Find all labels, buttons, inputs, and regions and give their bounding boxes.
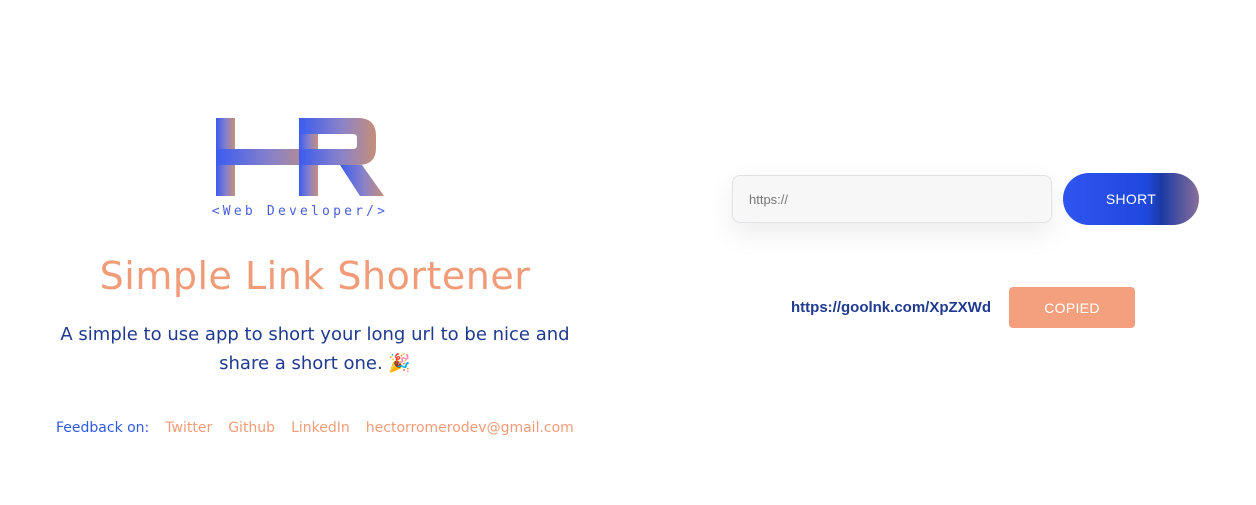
intro-section: <Web Developer/> Simple Link Shortener A…: [0, 0, 630, 505]
page: <Web Developer/> Simple Link Shortener A…: [0, 0, 1256, 505]
github-link[interactable]: Github: [228, 420, 275, 436]
url-input[interactable]: [732, 175, 1052, 223]
short-url-link[interactable]: https://goolnk.com/XpZXWd: [791, 299, 991, 316]
page-title: Simple Link Shortener: [99, 254, 531, 298]
hr-logo-icon: [216, 118, 384, 196]
logo-tagline: <Web Developer/>: [211, 204, 389, 219]
linkedin-link[interactable]: LinkedIn: [291, 420, 350, 436]
brand-logo: <Web Developer/>: [210, 112, 390, 224]
feedback-bar: Feedback on: Twitter Github LinkedIn hec…: [56, 420, 574, 436]
twitter-link[interactable]: Twitter: [165, 420, 212, 436]
feedback-label: Feedback on:: [56, 420, 150, 436]
email-link[interactable]: hectorromerodev@gmail.com: [366, 420, 574, 436]
page-description: A simple to use app to short your long u…: [60, 324, 570, 374]
short-button[interactable]: SHORT: [1063, 173, 1199, 225]
copy-button[interactable]: COPIED: [1009, 287, 1135, 328]
